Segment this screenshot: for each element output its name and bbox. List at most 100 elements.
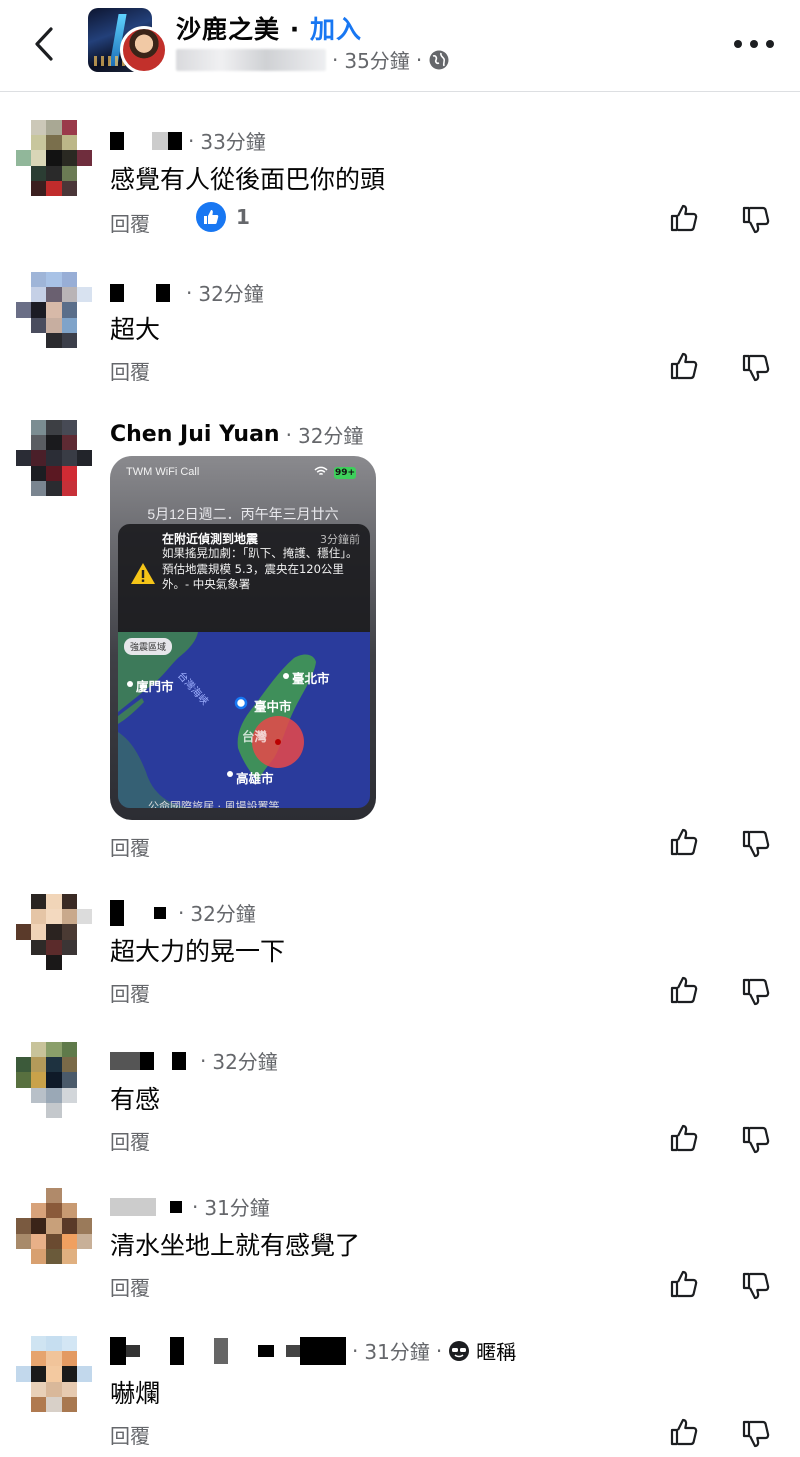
upvote-icon[interactable] (666, 200, 702, 236)
separator: · (415, 47, 423, 72)
separator: · (186, 280, 193, 305)
downvote-icon[interactable] (738, 202, 774, 238)
comment-text: 超大 (110, 315, 161, 344)
commenter-avatar[interactable] (16, 120, 92, 196)
separator: · (352, 1338, 359, 1363)
comment-image-earthquake-alert[interactable]: TWM WiFi Call 99+ 5月12日週二．丙午年三月廿六 在附近偵測到… (110, 456, 376, 820)
commenter-name-redacted[interactable] (110, 899, 172, 926)
commenter-avatar[interactable] (16, 1336, 92, 1412)
nickname-label: 暱稱 (476, 1340, 517, 1364)
upvote-icon[interactable] (666, 348, 702, 384)
map-footer-text: 公命國際旅居 · 風場設置等 (148, 800, 280, 808)
earthquake-map: 強震區域 台灣海峽 臺北市 廈門市 臺中市 台灣 高雄市 公命國際旅居 · 風場… (118, 632, 370, 808)
comment-time[interactable]: 32分鐘 (212, 1046, 277, 1075)
city-label-xiamen: 廈門市 (136, 679, 174, 694)
separator: · (188, 128, 195, 153)
comment-meta: Chen Jui Yuan · 32分鐘 (110, 420, 363, 449)
comment-meta: · 32分鐘 (110, 278, 264, 307)
upvote-icon[interactable] (666, 972, 702, 1008)
commenter-name-redacted[interactable] (110, 1051, 194, 1070)
reply-button[interactable]: 回覆 (110, 1420, 150, 1449)
poster-avatar[interactable] (120, 26, 168, 74)
alert-body: 如果搖晃加劇：「趴下、掩護、穩住」。預估地震規模 5.3，震央在120公里外。-… (162, 546, 358, 591)
like-reaction-icon (196, 202, 226, 232)
reaction-summary[interactable]: 1 (196, 202, 250, 232)
city-label-taipei: 臺北市 (292, 671, 330, 686)
separator: · (200, 1048, 207, 1073)
group-title: 沙鹿之美 · 加入 (176, 10, 362, 46)
downvote-icon[interactable] (738, 974, 774, 1010)
commenter-avatar[interactable] (16, 272, 92, 348)
separator: · (332, 47, 339, 72)
commenter-avatar[interactable] (16, 1042, 92, 1118)
downvote-icon[interactable] (738, 350, 774, 386)
comment-meta: · 31分鐘 · 暱稱 (110, 1336, 516, 1365)
comment-meta: · 33分鐘 (110, 126, 266, 155)
comment-text: 有感 (110, 1085, 161, 1114)
group-header: 沙鹿之美 · 加入 · 35分鐘 · (0, 0, 800, 92)
commenter-name-redacted[interactable] (110, 1336, 346, 1365)
battery-indicator: 99+ (334, 467, 356, 479)
post-time[interactable]: 35分鐘 (344, 45, 409, 74)
downvote-icon[interactable] (738, 826, 774, 862)
comment-text: 清水坐地上就有感覺了 (110, 1231, 361, 1260)
globe-icon (429, 50, 449, 69)
lockscreen-date: 5月12日週二．丙午年三月廿六 (147, 506, 339, 522)
downvote-icon[interactable] (738, 1416, 774, 1452)
reply-button[interactable]: 回覆 (110, 208, 150, 237)
warning-icon (131, 563, 155, 584)
island-label: 台灣 (242, 729, 268, 744)
separator: · (192, 1194, 199, 1219)
back-icon[interactable] (26, 24, 62, 64)
join-button[interactable]: 加入 (310, 15, 362, 44)
separator: · (435, 1338, 443, 1363)
upvote-icon[interactable] (666, 824, 702, 860)
earthquake-notification: 在附近偵測到地震 3分鐘前 如果搖晃加劇：「趴下、掩護、穩住」。預估地震規模 5… (118, 524, 370, 632)
comment-time[interactable]: 31分鐘 (204, 1192, 269, 1221)
like-count: 1 (236, 205, 250, 229)
carrier-label: TWM WiFi Call (126, 466, 200, 478)
downvote-icon[interactable] (738, 1122, 774, 1158)
separator: · (178, 900, 185, 925)
upvote-icon[interactable] (666, 1266, 702, 1302)
nickname-badge[interactable]: 暱稱 (448, 1336, 516, 1365)
downvote-icon[interactable] (738, 1268, 774, 1304)
sunglasses-icon (449, 1340, 470, 1361)
separator: · (289, 15, 301, 44)
alert-title: 在附近偵測到地震 (162, 532, 259, 546)
wifi-icon (314, 466, 328, 480)
commenter-avatar[interactable] (16, 894, 92, 970)
city-label-taichung: 臺中市 (254, 699, 292, 714)
commenter-avatar[interactable] (16, 420, 92, 496)
comment-meta: · 32分鐘 (110, 898, 256, 927)
reply-button[interactable]: 回覆 (110, 832, 150, 861)
more-options-icon[interactable] (734, 30, 774, 58)
comment-text: 感覺有人從後面巴你的頭 (110, 165, 386, 194)
comment-meta: · 31分鐘 (110, 1192, 270, 1221)
reply-button[interactable]: 回覆 (110, 356, 150, 385)
comment-time[interactable]: 31分鐘 (364, 1336, 429, 1365)
post-meta: · 35分鐘 · (176, 45, 450, 74)
commenter-name-redacted[interactable] (110, 1197, 186, 1216)
group-name[interactable]: 沙鹿之美 (176, 15, 280, 44)
reply-button[interactable]: 回覆 (110, 978, 150, 1007)
comment-text: 超大力的晃一下 (110, 937, 286, 966)
map-legend: 強震區域 (124, 638, 173, 655)
upvote-icon[interactable] (666, 1120, 702, 1156)
comment-time[interactable]: 33分鐘 (200, 126, 265, 155)
comment-text: 嚇爛 (110, 1379, 161, 1408)
poster-name-redacted[interactable] (176, 48, 326, 71)
reply-button[interactable]: 回覆 (110, 1272, 150, 1301)
comment-time[interactable]: 32分鐘 (190, 898, 255, 927)
commenter-avatar[interactable] (16, 1188, 92, 1264)
city-label-kaohsiung: 高雄市 (236, 771, 274, 786)
upvote-icon[interactable] (666, 1414, 702, 1450)
comment-time[interactable]: 32分鐘 (298, 420, 363, 449)
comment-meta: · 32分鐘 (110, 1046, 278, 1075)
comment-time[interactable]: 32分鐘 (198, 278, 263, 307)
reply-button[interactable]: 回覆 (110, 1126, 150, 1155)
commenter-name-redacted[interactable] (110, 283, 180, 302)
separator: · (285, 422, 292, 447)
commenter-name-redacted[interactable] (110, 131, 182, 150)
commenter-name[interactable]: Chen Jui Yuan (110, 422, 280, 447)
